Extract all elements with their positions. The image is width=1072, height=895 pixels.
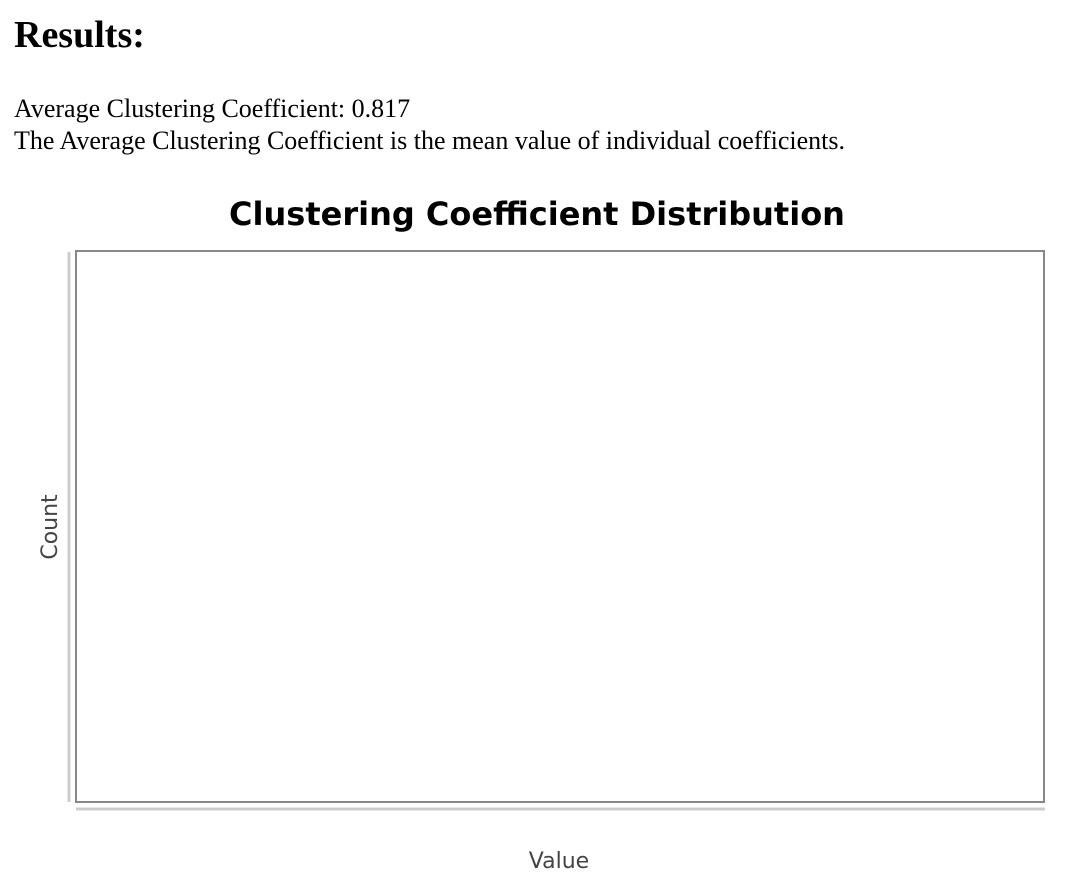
results-heading: Results: <box>14 14 145 56</box>
chart-canvas: Clustering Coefficient Distribution Coun… <box>38 195 1045 874</box>
chart-title: Clustering Coefficient Distribution <box>229 195 845 233</box>
average-clustering-description-text: The Average Clustering Coefficient is th… <box>14 126 846 155</box>
clustering-distribution-chart: Clustering Coefficient Distribution Coun… <box>0 180 1072 880</box>
x-axis-label: Value <box>529 849 589 874</box>
y-axis-label: Count <box>38 494 63 560</box>
average-clustering-coefficient-text: Average Clustering Coefficient: 0.817 <box>14 94 411 123</box>
plot-area <box>75 250 1045 803</box>
